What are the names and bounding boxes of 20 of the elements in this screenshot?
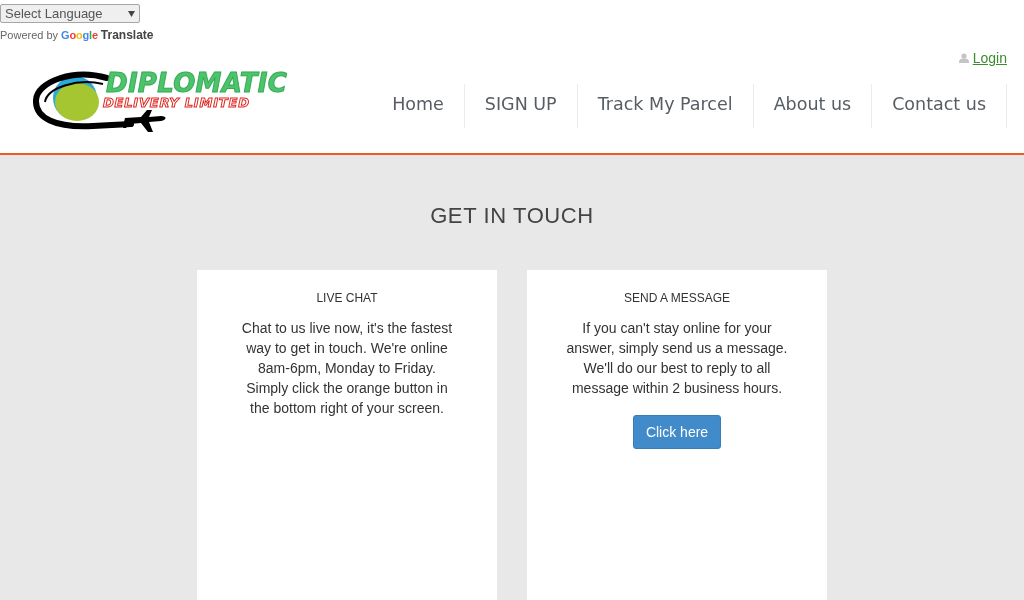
card-title: LIVE CHAT bbox=[316, 291, 378, 305]
caret-icon bbox=[128, 10, 135, 17]
page-title: GET IN TOUCH bbox=[430, 203, 594, 229]
user-icon bbox=[958, 52, 969, 63]
card-text: If you can't stay online for your answer, simply send us a message. We'll do our best to reply to all message within 2 business hours. bbox=[566, 319, 788, 398]
card-text: Chat to us live now, it's the fastest way to get in touch. We're online 8am-6pm, Monday to Friday. Simply click the orange button in the bottom right of your screen. bbox=[240, 319, 454, 418]
click-here-button[interactable]: Click here bbox=[632, 415, 722, 449]
login-link[interactable]: Login bbox=[972, 49, 1007, 66]
nav-link[interactable]: Home bbox=[372, 84, 465, 128]
google-logo: Google bbox=[61, 29, 98, 41]
nav-link[interactable]: Contact us bbox=[872, 84, 1007, 128]
powered-by-text: Powered by bbox=[0, 29, 59, 41]
nav-link[interactable]: SIGN UP bbox=[464, 84, 578, 128]
translate-text: Translate bbox=[100, 28, 154, 42]
language-select[interactable]: Select Language bbox=[0, 4, 140, 23]
card-title: SEND A MESSAGE bbox=[623, 291, 730, 305]
nav-link[interactable]: Track My Parcel bbox=[577, 84, 754, 128]
logo-subtitle: DELIVERY LIMITED bbox=[103, 96, 250, 110]
nav-link[interactable]: About us bbox=[753, 84, 873, 128]
logo-title: DIPLOMATIC bbox=[106, 70, 288, 96]
